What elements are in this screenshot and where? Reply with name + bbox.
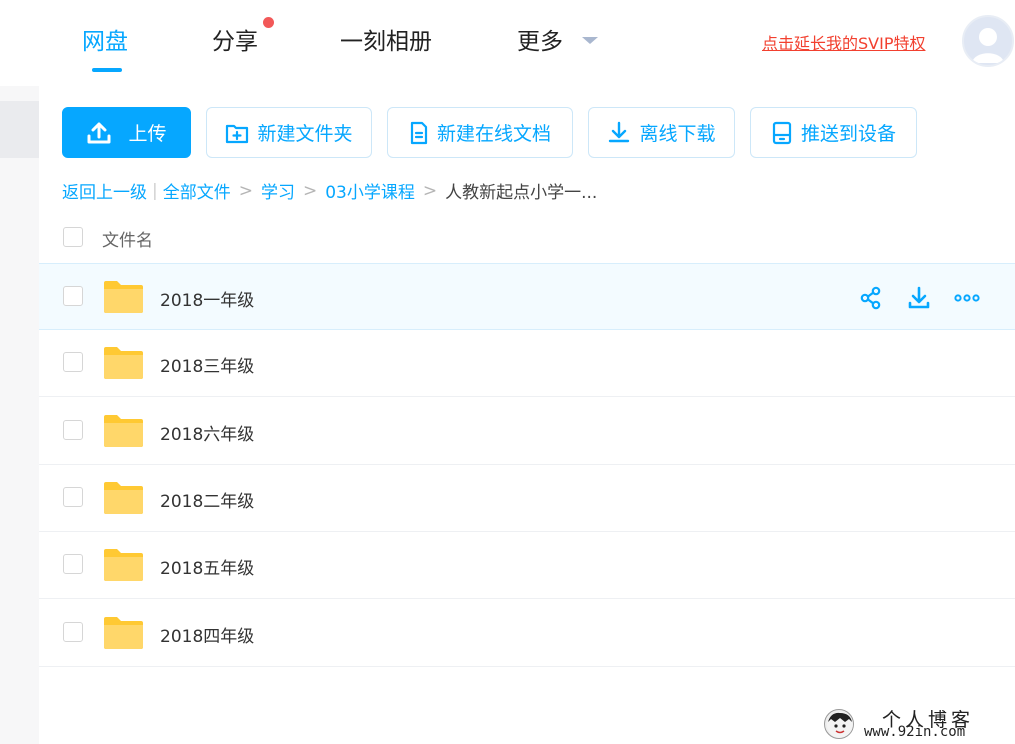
push-to-device-button[interactable]: 推送到设备: [750, 107, 917, 158]
select-all-checkbox[interactable]: [63, 227, 83, 247]
cartoon-face-icon: [827, 712, 853, 738]
file-list-header: 文件名: [39, 212, 1015, 264]
folder-icon: [104, 415, 143, 447]
device-icon: [772, 121, 792, 144]
breadcrumb-separator: >: [238, 180, 253, 201]
new-folder-button[interactable]: 新建文件夹: [206, 107, 372, 158]
breadcrumb: 返回上一级 | 全部文件 > 学习 > 03小学课程 > 人教新起点小学一...: [62, 178, 598, 204]
new-online-doc-label: 新建在线文档: [436, 123, 551, 145]
share-button[interactable]: [857, 284, 885, 312]
row-checkbox[interactable]: [63, 554, 83, 574]
row-checkbox[interactable]: [63, 352, 83, 372]
file-row[interactable]: 2018四年级: [39, 600, 1015, 667]
chevron-down-icon[interactable]: [582, 37, 598, 44]
download-icon: [908, 286, 930, 309]
file-name[interactable]: 2018三年级: [160, 352, 254, 377]
more-dots-icon: [954, 294, 980, 302]
user-avatar[interactable]: [962, 15, 1014, 67]
file-row[interactable]: 2018五年级: [39, 532, 1015, 599]
nav-tab-more[interactable]: 更多: [517, 22, 563, 56]
row-checkbox[interactable]: [63, 286, 83, 306]
notification-dot: [263, 17, 274, 28]
watermark-url: www.92in.com: [864, 724, 966, 740]
file-name[interactable]: 2018四年级: [160, 622, 254, 647]
folder-icon: [104, 482, 143, 514]
download-icon: [609, 121, 630, 142]
left-sidebar: [0, 86, 39, 744]
breadcrumb-separator: >: [422, 180, 438, 201]
document-icon: [410, 121, 428, 144]
breadcrumb-all-files[interactable]: 全部文件: [163, 178, 231, 203]
file-row[interactable]: 2018六年级: [39, 398, 1015, 465]
new-folder-label: 新建文件夹: [257, 123, 353, 145]
push-to-device-label: 推送到设备: [800, 123, 896, 145]
svip-renew-link[interactable]: 点击延长我的SVIP特权: [762, 30, 925, 54]
folder-icon: [104, 347, 143, 379]
file-name[interactable]: 2018六年级: [160, 420, 254, 445]
breadcrumb-study[interactable]: 学习: [261, 178, 295, 203]
folder-plus-icon: [226, 124, 249, 143]
breadcrumb-divider: |: [152, 180, 158, 201]
row-actions: [857, 284, 981, 312]
download-button[interactable]: [905, 284, 933, 312]
new-online-doc-button[interactable]: 新建在线文档: [387, 107, 573, 158]
avatar-person-icon: [972, 28, 1004, 63]
breadcrumb-back-link[interactable]: 返回上一级: [62, 178, 147, 203]
upload-icon: [87, 122, 111, 143]
file-row[interactable]: 2018二年级: [39, 465, 1015, 532]
row-checkbox[interactable]: [63, 622, 83, 642]
file-row[interactable]: 2018三年级: [39, 330, 1015, 397]
nav-tab-share[interactable]: 分享: [212, 22, 258, 56]
top-navigation-bar: 网盘 分享 一刻相册 更多 点击延长我的SVIP特权: [0, 0, 1015, 86]
sidebar-selected-item[interactable]: [0, 101, 39, 158]
file-name[interactable]: 2018一年级: [160, 286, 254, 311]
active-tab-indicator: [92, 68, 122, 72]
nav-tab-photo-album[interactable]: 一刻相册: [340, 22, 432, 56]
folder-icon: [104, 617, 143, 649]
folder-icon: [104, 549, 143, 581]
row-checkbox[interactable]: [63, 487, 83, 507]
row-checkbox[interactable]: [63, 420, 83, 440]
breadcrumb-primary-courses[interactable]: 03小学课程: [325, 178, 415, 203]
offline-download-label: 离线下载: [639, 123, 716, 145]
folder-icon: [104, 281, 143, 313]
file-row[interactable]: 2018一年级: [39, 263, 1015, 330]
breadcrumb-separator: >: [302, 180, 318, 201]
nav-tab-netdisk[interactable]: 网盘: [82, 22, 128, 56]
more-options-button[interactable]: [953, 284, 981, 312]
column-header-filename[interactable]: 文件名: [102, 226, 153, 251]
upload-button-label: 上传: [128, 123, 167, 145]
offline-download-button[interactable]: 离线下载: [588, 107, 735, 158]
upload-button[interactable]: 上传: [62, 107, 191, 158]
blog-watermark: 个人博客 www.92in.com: [820, 703, 1015, 744]
watermark-logo: [824, 709, 854, 739]
breadcrumb-current: 人教新起点小学一...: [445, 183, 598, 203]
share-icon: [860, 286, 881, 310]
file-list-panel: 上传 新建文件夹 新建在线文档 离线下载 推送到设备 返回上一级 | 全部文件 …: [39, 86, 1015, 744]
file-name[interactable]: 2018五年级: [160, 554, 254, 579]
file-name[interactable]: 2018二年级: [160, 487, 254, 512]
